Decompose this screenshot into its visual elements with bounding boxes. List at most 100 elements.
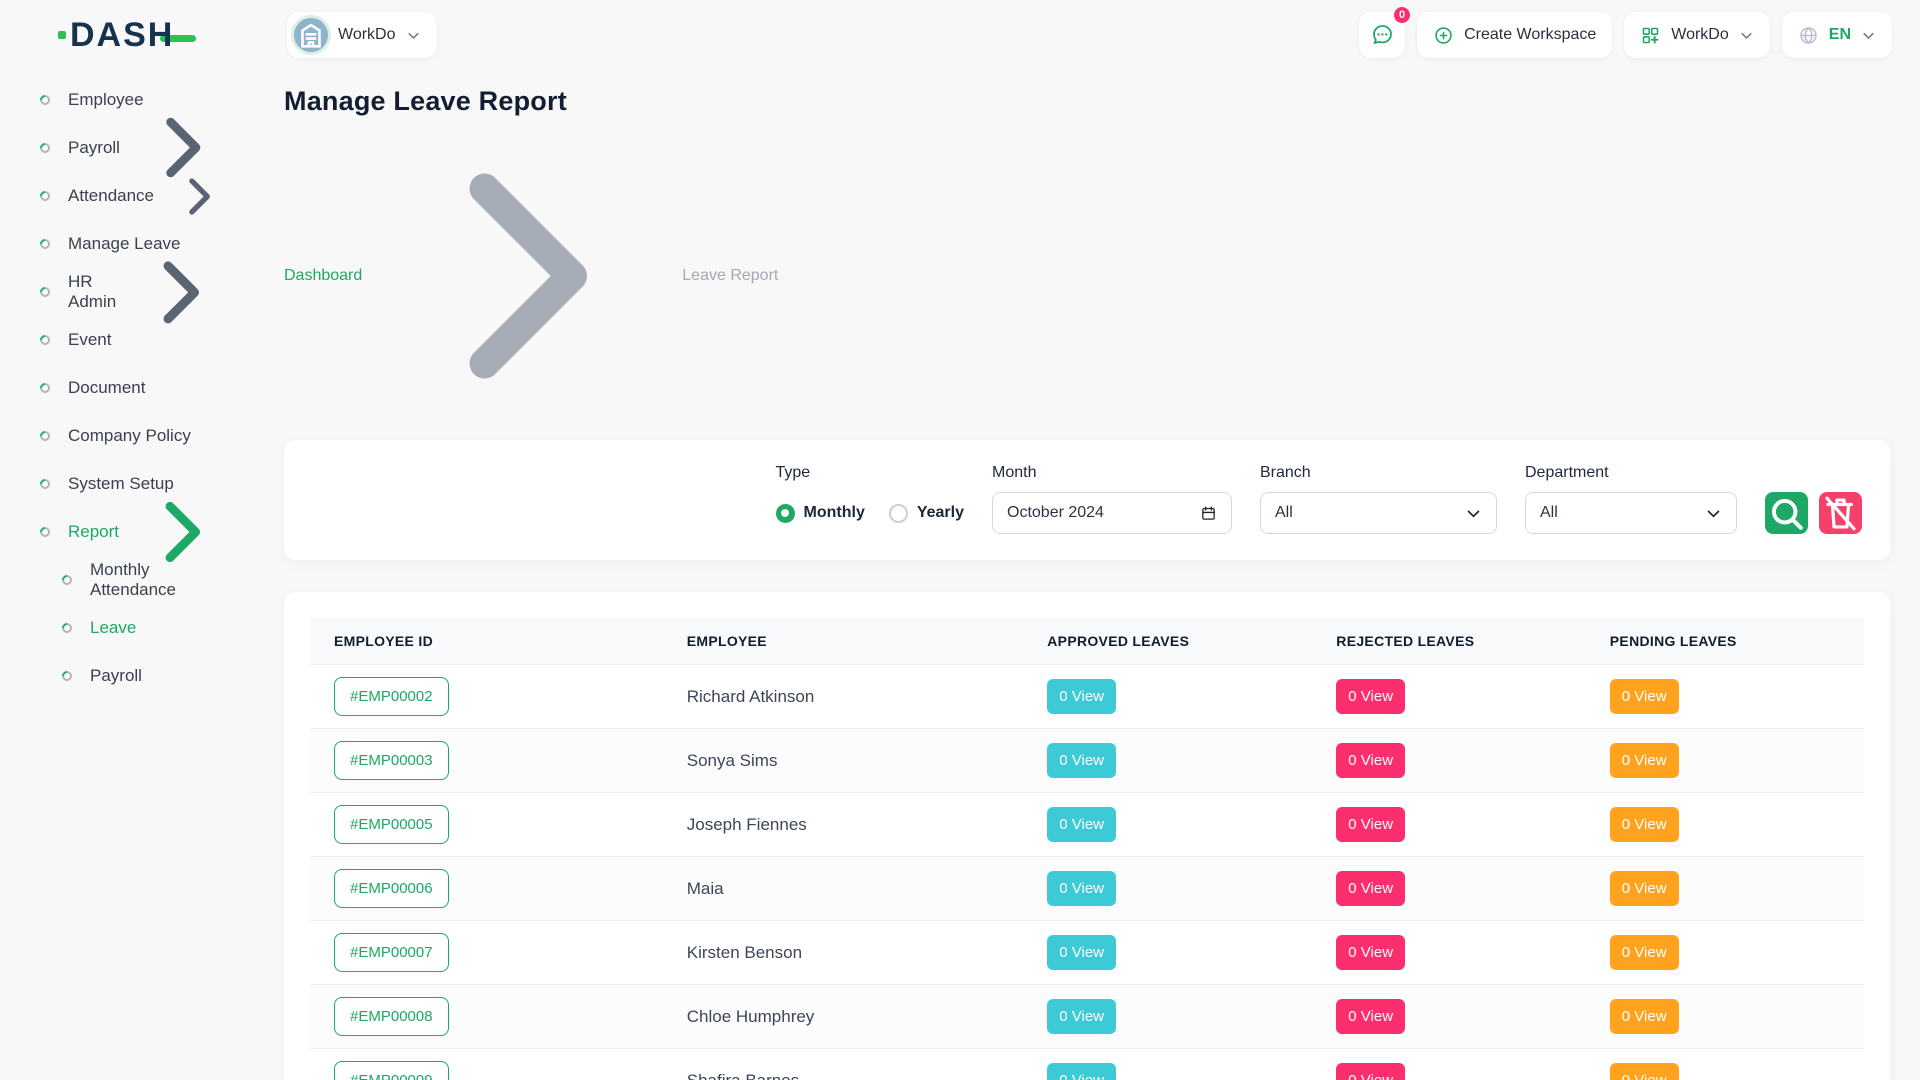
sidebar-item-report[interactable]: Report bbox=[0, 508, 255, 556]
leave-report-table: EMPLOYEE ID EMPLOYEE APPROVED LEAVES REJ… bbox=[310, 618, 1864, 1080]
building-icon bbox=[294, 18, 328, 52]
sidebar-item-leave[interactable]: Leave bbox=[0, 604, 255, 652]
col-rejected-leaves: REJECTED LEAVES bbox=[1312, 618, 1586, 665]
sidebar-item-label: Company Policy bbox=[68, 426, 191, 446]
workspace-selector[interactable]: WorkDo bbox=[287, 12, 437, 58]
employee-id[interactable]: #EMP00003 bbox=[334, 741, 449, 780]
employee-id[interactable]: #EMP00002 bbox=[334, 677, 449, 716]
sidebar-item-label: HR Admin bbox=[68, 272, 116, 312]
pending-leaves-badge[interactable]: 0 View bbox=[1610, 999, 1679, 1034]
chevron-right-icon bbox=[172, 170, 225, 223]
sidebar-item-payroll[interactable]: Payroll bbox=[0, 652, 255, 700]
table-header-row: EMPLOYEE ID EMPLOYEE APPROVED LEAVES REJ… bbox=[310, 618, 1864, 665]
chevron-right-icon bbox=[372, 126, 672, 426]
plus-circle-icon bbox=[1433, 25, 1454, 46]
sidebar-item-label: Payroll bbox=[90, 666, 142, 686]
rejected-leaves-badge[interactable]: 0 View bbox=[1336, 935, 1405, 970]
pending-leaves-badge[interactable]: 0 View bbox=[1610, 807, 1679, 842]
employee-name: Richard Atkinson bbox=[687, 687, 815, 706]
chat-icon bbox=[1370, 23, 1394, 47]
pending-leaves-badge[interactable]: 0 View bbox=[1610, 679, 1679, 714]
month-filter-group: Month October 2024 bbox=[992, 464, 1232, 534]
col-pending-leaves: PENDING LEAVES bbox=[1586, 618, 1864, 665]
approved-leaves-badge[interactable]: 0 View bbox=[1047, 1063, 1116, 1080]
chevron-down-icon bbox=[1739, 28, 1754, 43]
language-code: EN bbox=[1829, 26, 1851, 44]
rejected-leaves-badge[interactable]: 0 View bbox=[1336, 743, 1405, 778]
top-header: DASH WorkDo 0 Create Workspace WorkDo EN bbox=[0, 0, 1920, 70]
month-input[interactable]: October 2024 bbox=[992, 492, 1232, 534]
employee-id[interactable]: #EMP00005 bbox=[334, 805, 449, 844]
reset-filter-button[interactable] bbox=[1819, 492, 1862, 534]
type-filter-group: Type Monthly Yearly bbox=[776, 464, 964, 534]
pending-leaves-badge[interactable]: 0 View bbox=[1610, 935, 1679, 970]
approved-leaves-badge[interactable]: 0 View bbox=[1047, 807, 1116, 842]
sidebar-item-monthly-attendance[interactable]: Monthly Attendance bbox=[0, 556, 255, 604]
sidebar-item-attendance[interactable]: Attendance bbox=[0, 172, 255, 220]
app-logo[interactable]: DASH bbox=[0, 16, 255, 55]
approved-leaves-badge[interactable]: 0 View bbox=[1047, 743, 1116, 778]
chevron-down-icon bbox=[1861, 28, 1876, 43]
search-button[interactable] bbox=[1765, 492, 1808, 534]
chevron-right-icon bbox=[134, 247, 225, 338]
rejected-leaves-badge[interactable]: 0 View bbox=[1336, 999, 1405, 1034]
radio-yearly[interactable]: Yearly bbox=[889, 504, 964, 523]
department-filter-group: Department All bbox=[1525, 464, 1737, 534]
rejected-leaves-badge[interactable]: 0 View bbox=[1336, 1063, 1405, 1080]
pending-leaves-badge[interactable]: 0 View bbox=[1610, 1063, 1679, 1080]
sidebar-item-company-policy[interactable]: Company Policy bbox=[0, 412, 255, 460]
employee-id[interactable]: #EMP00006 bbox=[334, 869, 449, 908]
approved-leaves-badge[interactable]: 0 View bbox=[1047, 999, 1116, 1034]
sidebar-item-document[interactable]: Document bbox=[0, 364, 255, 412]
rejected-leaves-badge[interactable]: 0 View bbox=[1336, 679, 1405, 714]
type-label: Type bbox=[776, 464, 964, 482]
calendar-icon bbox=[1200, 505, 1217, 522]
pending-leaves-badge[interactable]: 0 View bbox=[1610, 743, 1679, 778]
employee-id[interactable]: #EMP00008 bbox=[334, 997, 449, 1036]
department-label: Department bbox=[1525, 464, 1737, 482]
chevron-down-icon bbox=[406, 28, 421, 43]
employee-name: Shafira Barnes bbox=[687, 1071, 799, 1080]
bullet-icon bbox=[38, 525, 52, 539]
messenger-button[interactable]: 0 bbox=[1359, 12, 1405, 58]
approved-leaves-badge[interactable]: 0 View bbox=[1047, 679, 1116, 714]
sidebar-item-label: Attendance bbox=[68, 186, 154, 206]
employee-name: Joseph Fiennes bbox=[687, 815, 807, 834]
employee-id[interactable]: #EMP00007 bbox=[334, 933, 449, 972]
sidebar-item-label: Monthly Attendance bbox=[90, 560, 225, 600]
approved-leaves-badge[interactable]: 0 View bbox=[1047, 871, 1116, 906]
employee-name: Chloe Humphrey bbox=[687, 1007, 815, 1026]
table-row-chloe-humphrey: #EMP00008 Chloe Humphrey 0 View 0 View 0… bbox=[310, 985, 1864, 1049]
create-workspace-button[interactable]: Create Workspace bbox=[1417, 12, 1612, 58]
department-select[interactable]: All bbox=[1525, 492, 1737, 534]
workdo-menu-button[interactable]: WorkDo bbox=[1624, 12, 1770, 58]
employee-name: Maia bbox=[687, 879, 724, 898]
sidebar-nav: Retainer Invoice Purchases Projects bbox=[0, 76, 255, 700]
main-content: Manage Leave Report Dashboard Leave Repo… bbox=[255, 70, 1920, 1080]
language-selector[interactable]: EN bbox=[1782, 12, 1892, 58]
rejected-leaves-badge[interactable]: 0 View bbox=[1336, 807, 1405, 842]
bullet-icon bbox=[38, 93, 52, 107]
approved-leaves-badge[interactable]: 0 View bbox=[1047, 935, 1116, 970]
branch-filter-group: Branch All bbox=[1260, 464, 1497, 534]
sidebar-item-hr-admin[interactable]: HR Admin bbox=[0, 268, 255, 316]
radio-unchecked-icon bbox=[889, 504, 908, 523]
bullet-icon bbox=[38, 237, 52, 251]
branch-select[interactable]: All bbox=[1260, 492, 1497, 534]
breadcrumb-dashboard-link[interactable]: Dashboard bbox=[284, 267, 362, 285]
table-row-richard-atkinson: #EMP00002 Richard Atkinson 0 View 0 View… bbox=[310, 665, 1864, 729]
pending-leaves-badge[interactable]: 0 View bbox=[1610, 871, 1679, 906]
grid-plus-icon bbox=[1640, 25, 1661, 46]
rejected-leaves-badge[interactable]: 0 View bbox=[1336, 871, 1405, 906]
globe-icon bbox=[1798, 25, 1819, 46]
employee-id[interactable]: #EMP00009 bbox=[334, 1061, 449, 1080]
branch-label: Branch bbox=[1260, 464, 1497, 482]
chevron-down-icon bbox=[1465, 505, 1482, 522]
radio-monthly[interactable]: Monthly bbox=[776, 504, 865, 523]
bullet-icon bbox=[60, 669, 74, 683]
sidebar-item-label: Report bbox=[68, 522, 119, 542]
col-employee-id: EMPLOYEE ID bbox=[310, 618, 663, 665]
trash-off-icon bbox=[1819, 492, 1862, 535]
sidebar-item-payroll[interactable]: Payroll bbox=[0, 124, 255, 172]
month-label: Month bbox=[992, 464, 1232, 482]
